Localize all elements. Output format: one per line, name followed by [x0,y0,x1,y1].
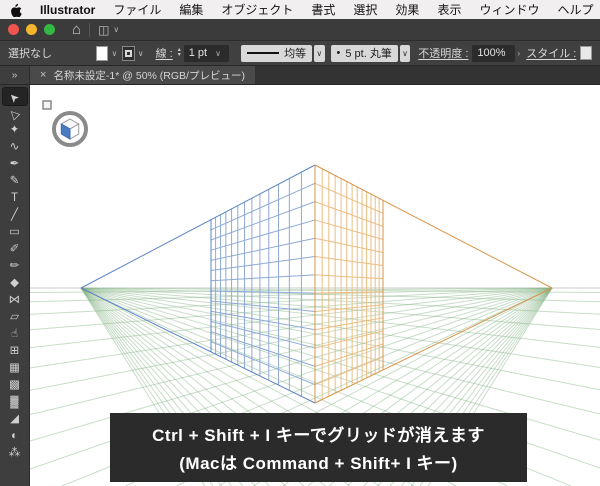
opacity-label[interactable]: 不透明度 : [418,45,468,61]
menu-item[interactable]: オブジェクト [221,1,293,18]
stroke-color-swatch[interactable] [122,45,135,61]
home-icon[interactable]: ⌂ [72,22,81,37]
close-window-button[interactable] [8,24,19,35]
type-tool[interactable]: T [3,190,27,207]
fill-chevron-icon[interactable]: ∨ [111,49,117,58]
stroke-preview-line [247,52,280,54]
mesh-tool[interactable]: ▩ [3,377,27,394]
eraser-tool[interactable]: ◆ [3,275,27,292]
puppet-warp-tool[interactable]: ☝ [3,326,27,343]
canvas[interactable]: Ctrl + Shift + I キーでグリッドが消えます (Macは Comm… [30,85,600,486]
toolbar: ➤ ▷ ✦ ∿ ✒ ✎ T ╱ ▭ ✐ ✏ ◆ ⋈ ▱ ☝ ⊞ ▦ ▩ ▓ ◢ ◐ ⁂ [0,85,30,486]
opacity-chevron-icon[interactable]: › [518,49,521,58]
stroke-weight-stepper[interactable]: ▴ ▾ [178,47,181,58]
style-swatch[interactable] [580,46,592,60]
pen-tool[interactable]: ✒ [3,156,27,173]
titlebar-divider [89,22,91,37]
shaper-tool[interactable]: ✏ [3,258,27,275]
menu-bar: Illustrator ファイル 編集 オブジェクト 書式 選択 効果 表示 ウィンドウ ヘルプ [0,0,600,19]
opacity-field[interactable]: 100% [472,44,515,62]
free-transform-tool[interactable]: ▱ [3,309,27,326]
apple-menu-icon[interactable] [10,3,22,17]
eyedropper-tool[interactable]: ◢ [3,411,27,428]
menu-item[interactable]: ウィンドウ [479,1,539,18]
variable-width-profile-button[interactable]: 均等 [241,44,313,62]
stroke-weight-field[interactable]: 1 pt ∨ [183,44,230,62]
perspective-grid-tool[interactable]: ▦ [3,360,27,377]
control-bar: 選択なし ∨ ∨ 線 : ▴ ▾ 1 pt ∨ 均等 ∨ • 5 pt. 丸筆 ∨… [0,41,600,66]
arrange-documents-icon[interactable]: ◫ [98,23,109,37]
paintbrush-tool[interactable]: ✐ [3,241,27,258]
symbol-sprayer-tool[interactable]: ⁂ [3,445,27,462]
stroke-weight-label[interactable]: 線 : [156,45,173,61]
caption-line2: (Macは Command + Shift+ I キー) [179,454,458,473]
window-title-bar: ⌂ ◫ ∨ [0,19,600,41]
toolbar-expand-icon[interactable]: » [0,66,30,84]
caption-line1: Ctrl + Shift + I キーでグリッドが消えます [152,426,485,445]
direct-selection-tool[interactable]: ▷ [3,105,27,122]
menu-item[interactable]: 効果 [395,1,419,18]
style-label[interactable]: スタイル : [526,45,576,61]
width-profile-chevron-icon[interactable]: ∨ [314,44,325,62]
selection-tool[interactable]: ➤ [1,87,28,106]
stroke-weight-chevron-icon[interactable]: ∨ [215,49,221,58]
brush-definition-button[interactable]: • 5 pt. 丸筆 [330,44,398,62]
menu-item[interactable]: 表示 [437,1,461,18]
rectangle-tool[interactable]: ▭ [3,224,27,241]
curvature-tool[interactable]: ✎ [3,173,27,190]
caption-overlay: Ctrl + Shift + I キーでグリッドが消えます (Macは Comm… [110,413,527,482]
blend-tool[interactable]: ◐ [3,428,27,445]
selection-status: 選択なし [8,48,52,60]
line-segment-tool[interactable]: ╱ [3,207,27,224]
brush-chevron-icon[interactable]: ∨ [399,44,411,62]
zoom-window-button[interactable] [44,24,55,35]
tab-bar: » × 名称未設定-1* @ 50% (RGB/プレビュー) [0,66,600,85]
shape-builder-tool[interactable]: ⊞ [3,343,27,360]
menu-item[interactable]: ファイル [113,1,161,18]
document-tab-title: 名称未設定-1* @ 50% (RGB/プレビュー) [53,69,245,82]
lasso-tool[interactable]: ∿ [3,139,27,156]
gradient-tool[interactable]: ▓ [3,394,27,411]
main-area: ➤ ▷ ✦ ∿ ✒ ✎ T ╱ ▭ ✐ ✏ ◆ ⋈ ▱ ☝ ⊞ ▦ ▩ ▓ ◢ ◐ ⁂ Ctrl + Shift + I … [0,85,600,486]
magic-wand-tool[interactable]: ✦ [3,122,27,139]
close-tab-icon[interactable]: × [40,69,46,81]
menu-item[interactable]: 選択 [353,1,377,18]
minimize-window-button[interactable] [26,24,37,35]
fill-color-swatch[interactable] [96,45,109,61]
chevron-down-icon[interactable]: ∨ [113,25,119,34]
reflect-tool[interactable]: ⋈ [3,292,27,309]
menu-item[interactable]: 編集 [179,1,203,18]
document-tab[interactable]: × 名称未設定-1* @ 50% (RGB/プレビュー) [30,66,255,84]
stroke-chevron-icon[interactable]: ∨ [138,49,144,58]
plane-switching-widget [42,100,88,147]
menu-item[interactable]: 書式 [311,1,335,18]
menu-item[interactable]: ヘルプ [557,1,593,18]
menu-item[interactable]: Illustrator [40,3,95,17]
